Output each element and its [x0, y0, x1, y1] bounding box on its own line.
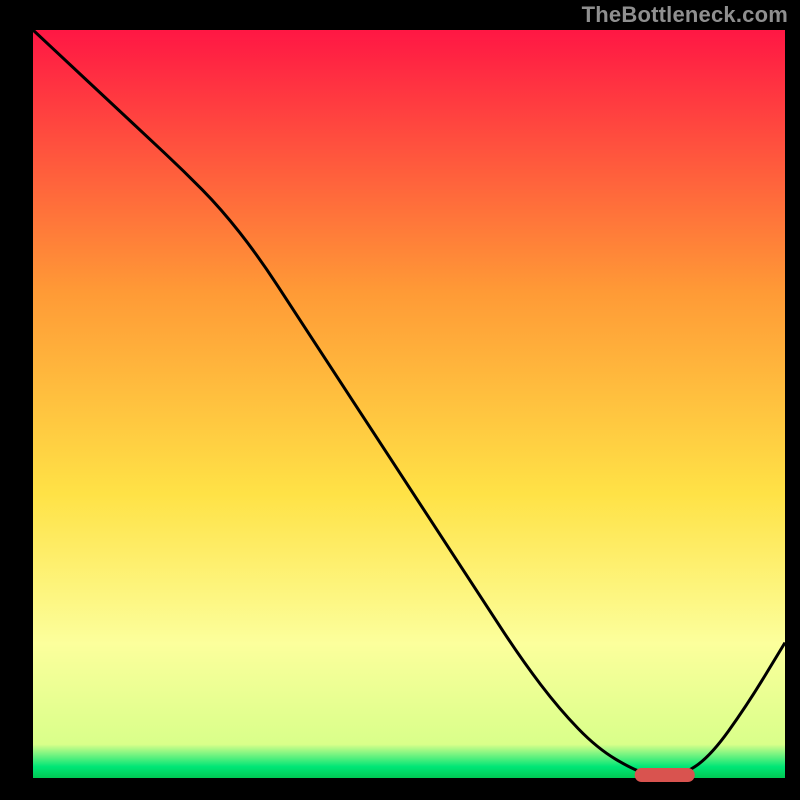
watermark-text: TheBottleneck.com: [582, 2, 788, 28]
optimal-range-marker: [635, 768, 695, 782]
chart-svg: [0, 0, 800, 800]
chart-stage: TheBottleneck.com: [0, 0, 800, 800]
plot-area: [33, 30, 785, 778]
